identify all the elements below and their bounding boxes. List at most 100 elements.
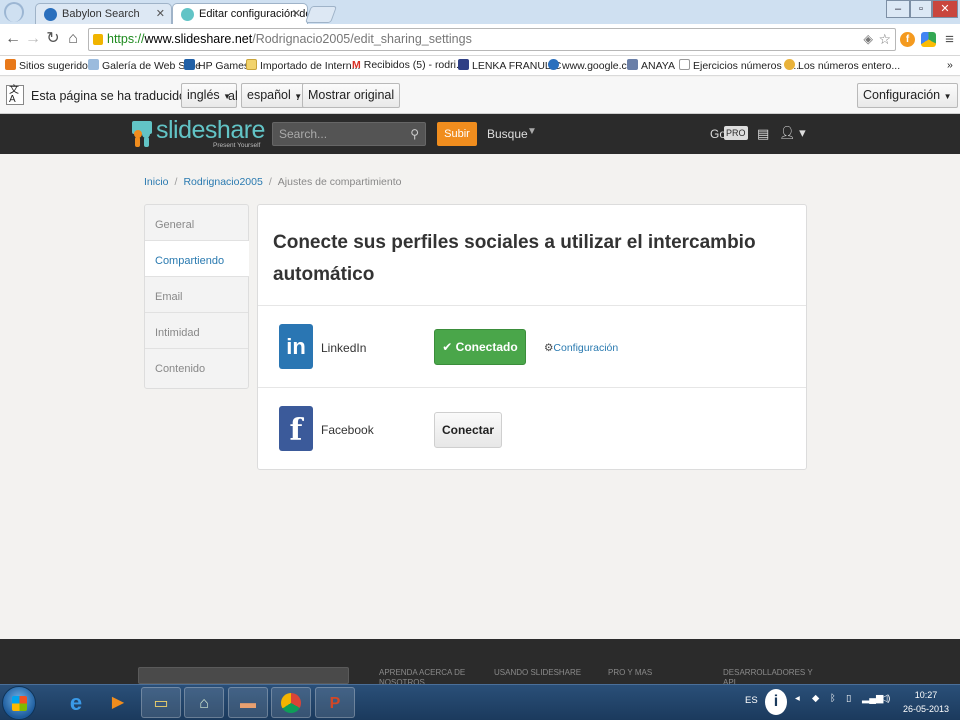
documents-icon[interactable]: ▤ xyxy=(757,126,769,142)
hp-app-icon[interactable]: ⌂ xyxy=(184,687,224,718)
facebook-connect-button[interactable]: Conectar xyxy=(434,412,502,448)
tab-babylon-search[interactable]: Babylon Search ✕ xyxy=(35,3,172,24)
internet-explorer-icon[interactable]: e xyxy=(56,687,96,718)
bookmark-item[interactable]: Importado de Intern... xyxy=(246,59,360,72)
browse-menu[interactable]: Busque xyxy=(487,127,528,141)
bookmark-item[interactable]: ANAYA xyxy=(627,59,675,72)
gear-icon: ⚙ xyxy=(544,342,554,354)
translate-bar: 文A Esta página se ha traducido del inglé… xyxy=(0,77,960,114)
translate-connector: al xyxy=(228,89,238,103)
facebook-icon: f xyxy=(279,406,313,451)
url-host: www.slideshare.net xyxy=(144,32,253,46)
volume-icon[interactable]: ◁) xyxy=(880,693,890,704)
powerpoint-icon[interactable]: P xyxy=(315,687,355,718)
search-icon[interactable]: ⚲ xyxy=(410,123,419,145)
translate-settings-button[interactable]: Configuración ▼ xyxy=(857,83,958,108)
bookmark-item[interactable]: LENKA FRANULIC xyxy=(458,59,561,72)
sidebar-item-sharing[interactable]: Compartiendo xyxy=(145,241,249,277)
bookmark-item[interactable]: HP Games xyxy=(184,59,249,72)
sidebar-item-general[interactable]: General xyxy=(145,205,248,241)
logo-tagline: Present Yourself xyxy=(213,142,261,149)
folder-icon xyxy=(246,59,257,70)
divider xyxy=(258,387,806,388)
tab-close-icon[interactable]: ✕ xyxy=(292,4,301,24)
bookmarks-overflow-button[interactable]: » xyxy=(947,59,953,71)
reload-icon[interactable]: ↻ xyxy=(44,30,62,48)
device-tray-icon[interactable]: ▯ xyxy=(846,693,851,704)
close-window-button[interactable]: ✕ xyxy=(932,0,958,18)
start-button[interactable] xyxy=(2,686,36,720)
bookmark-item[interactable]: Ejercicios números e... xyxy=(679,59,799,72)
page-title: Conecte sus perfiles sociales a utilizar… xyxy=(273,232,756,285)
slideshare-logo-icon xyxy=(132,121,152,147)
media-player-icon[interactable]: ▶ xyxy=(98,687,138,718)
chevron-down-icon[interactable]: ▼ xyxy=(527,126,537,137)
chrome-taskbar-icon[interactable] xyxy=(271,687,311,718)
translate-dot: . xyxy=(296,89,300,103)
translate-page-icon[interactable]: ◈ xyxy=(863,29,873,50)
linkedin-label: LinkedIn xyxy=(321,341,367,355)
bookmark-item[interactable]: Sitios sugeridos xyxy=(5,59,93,72)
bookmarks-bar: Sitios sugeridos Galería de Web Slice HP… xyxy=(0,56,960,76)
file-explorer-icon[interactable]: ▭ xyxy=(141,687,181,718)
slideshare-logo[interactable]: slideshare Present Yourself xyxy=(131,116,266,151)
user-menu-icon[interactable]: 👤︎ ▾ xyxy=(779,125,806,141)
gmail-icon: M xyxy=(352,59,361,71)
windows-logo-icon xyxy=(12,696,27,711)
sharing-settings-panel: Conecte sus perfiles sociales a utilizar… xyxy=(257,204,807,470)
babylon-favicon-icon xyxy=(44,8,57,21)
breadcrumb-home-link[interactable]: Inicio xyxy=(144,176,169,188)
chrome-profile-icon xyxy=(4,2,24,22)
breadcrumb-separator: / xyxy=(268,176,272,188)
bookmark-star-icon[interactable]: ☆ xyxy=(878,29,891,50)
lock-icon xyxy=(93,34,103,45)
language-indicator[interactable]: ES xyxy=(745,695,758,706)
slideshare-favicon-icon xyxy=(181,8,194,21)
dropdown-caret-icon: ▼ xyxy=(943,92,952,101)
site-header: slideshare Present Yourself Search... ⚲ … xyxy=(0,114,960,154)
network-tray-icon[interactable]: ◆ xyxy=(812,693,819,704)
home-icon[interactable]: ⌂ xyxy=(64,30,82,48)
bluetooth-icon[interactable]: ᛒ xyxy=(830,693,836,704)
breadcrumb-user-link[interactable]: Rodrignacio2005 xyxy=(183,176,262,188)
minimize-button[interactable]: – xyxy=(886,0,910,18)
suggested-sites-icon xyxy=(5,59,16,70)
divider xyxy=(258,305,806,306)
footer-link-using[interactable]: USANDO SLIDESHARE xyxy=(494,668,584,678)
search-placeholder: Search... xyxy=(279,127,328,141)
tray-expand-icon[interactable]: ◂ xyxy=(795,693,800,704)
new-tab-button[interactable] xyxy=(304,6,338,23)
bookmark-item[interactable]: www.google.cl xyxy=(548,59,629,72)
breadcrumb: Inicio / Rodrignacio2005 / Ajustes de compar… xyxy=(144,176,402,188)
url-path: /Rodrignacio2005/edit_sharing_settings xyxy=(252,32,472,46)
sidebar-item-email[interactable]: Email xyxy=(145,277,248,313)
app-window-icon[interactable]: ▬ xyxy=(228,687,268,718)
footer-search-input[interactable] xyxy=(138,667,349,684)
google-drive-icon[interactable] xyxy=(921,32,936,47)
forward-arrow-icon[interactable]: → xyxy=(24,30,42,48)
extension-badge-icon[interactable]: f xyxy=(900,32,915,47)
tab-edit-settings[interactable]: Editar configuración de us ✕ xyxy=(172,3,308,24)
browser-toolbar: ← → ↻ ⌂ https://www.slideshare.net/Rodri… xyxy=(0,24,960,56)
browser-tabstrip: Babylon Search ✕ Editar configuración de… xyxy=(0,0,960,24)
site-search-input[interactable]: Search... ⚲ xyxy=(272,122,426,146)
linkedin-connected-button[interactable]: ✔ Conectado xyxy=(434,329,526,365)
menu-icon[interactable]: ≡ xyxy=(942,32,957,47)
pro-badge[interactable]: PRO xyxy=(724,126,748,140)
tab-close-icon[interactable]: ✕ xyxy=(156,4,165,24)
linkedin-settings-link[interactable]: ⚙Configuración xyxy=(544,342,618,354)
info-tray-icon[interactable]: i xyxy=(765,689,787,715)
bookmark-item[interactable]: M Recibidos (5) - rodri... xyxy=(352,59,465,71)
footer-link-pro[interactable]: PRO Y MAS xyxy=(608,668,698,678)
sidebar-item-privacy[interactable]: Intimidad xyxy=(145,313,248,349)
linkedin-icon: in xyxy=(279,324,313,369)
sidebar-item-content[interactable]: Contenido xyxy=(145,349,248,385)
tab-title: Babylon Search xyxy=(62,8,140,20)
upload-button[interactable]: Subir xyxy=(437,122,477,146)
bookmark-item[interactable]: Los números entero... xyxy=(784,59,900,72)
address-bar[interactable]: https://www.slideshare.net/Rodrignacio20… xyxy=(88,28,896,51)
back-arrow-icon[interactable]: ← xyxy=(4,30,22,48)
show-original-button[interactable]: Mostrar original xyxy=(302,83,401,108)
maximize-button[interactable]: ▫ xyxy=(910,0,932,18)
system-clock[interactable]: 10:27 26-05-2013 xyxy=(900,688,952,716)
